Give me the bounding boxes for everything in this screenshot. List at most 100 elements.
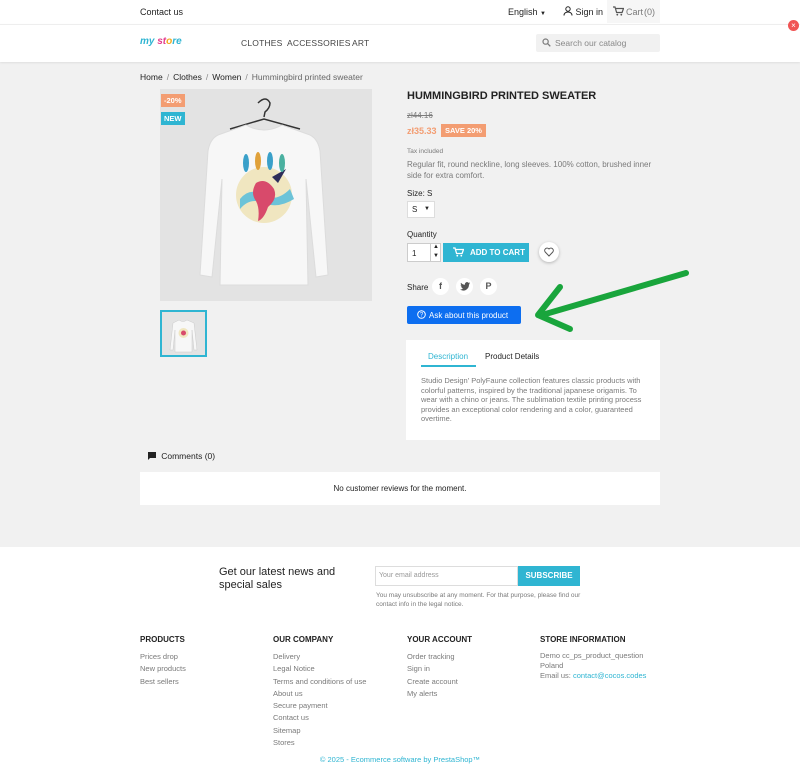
sweater-image: [199, 98, 329, 286]
nav-clothes[interactable]: CLOTHES: [241, 38, 283, 48]
subscribe-button[interactable]: SUBSCRIBE: [518, 566, 580, 586]
header: my store CLOTHES ACCESSORIES ART Search …: [0, 24, 800, 62]
short-description: Regular fit, round neckline, long sleeve…: [407, 160, 652, 180]
footer-link-sign-in[interactable]: Sign in: [407, 663, 472, 675]
search-input[interactable]: Search our catalog: [536, 34, 660, 52]
size-select[interactable]: S ▼: [407, 201, 435, 218]
size-label: Size: S: [407, 189, 433, 198]
language-selector[interactable]: English ▼: [508, 7, 546, 17]
store-country: Poland: [540, 661, 564, 670]
footer-store-title: STORE INFORMATION: [540, 635, 626, 644]
add-to-cart-button[interactable]: ADD TO CART: [443, 243, 529, 262]
comments-header: Comments (0): [147, 451, 215, 461]
product-description: Studio Design' PolyFaune collection feat…: [421, 376, 642, 423]
increment-icon[interactable]: ▲: [433, 244, 439, 250]
pinterest-icon[interactable]: P: [480, 278, 497, 295]
quantity-value: 1: [412, 249, 417, 258]
newsletter-note-line2: contact info in the legal notice.: [376, 601, 464, 608]
ask-about-product-label: Ask about this product: [429, 311, 509, 320]
footer-link-best-sellers[interactable]: Best sellers: [140, 676, 186, 688]
footer-account: YOUR ACCOUNT Order tracking Sign in Crea…: [407, 635, 472, 700]
footer-link-create-account[interactable]: Create account: [407, 676, 472, 688]
footer-store-info: STORE INFORMATION Demo cc_ps_product_que…: [540, 635, 646, 681]
green-arrow-annotation: [535, 270, 689, 332]
footer-company: OUR COMPANY Delivery Legal Notice Terms …: [273, 635, 366, 749]
current-price: zł35.33: [407, 126, 437, 136]
twitter-icon[interactable]: [456, 278, 473, 295]
copyright[interactable]: © 2025 - Ecommerce software by PrestaSho…: [0, 755, 800, 764]
wishlist-button[interactable]: [539, 242, 559, 262]
language-label: English: [508, 7, 538, 17]
footer-link-new-products[interactable]: New products: [140, 663, 186, 675]
cart-label: Cart: [626, 7, 644, 17]
tab-description[interactable]: Description: [428, 352, 468, 361]
comment-icon: [148, 452, 156, 460]
footer-link-sitemap[interactable]: Sitemap: [273, 725, 366, 737]
cart-count: (0): [644, 7, 655, 17]
regular-price: zł44.16: [407, 111, 433, 120]
store-email-line: Email us: contact@cocos.codes: [540, 671, 646, 681]
footer-account-title: YOUR ACCOUNT: [407, 635, 473, 644]
comments-label: Comments (0): [161, 451, 216, 461]
store-name: Demo cc_ps_product_question: [540, 651, 644, 660]
newsletter-title-line1: Get our latest news and: [219, 566, 336, 578]
quantity-stepper[interactable]: 1 ▲ ▼: [407, 243, 441, 262]
question-circle-icon: ?: [417, 310, 426, 319]
footer: Get our latest news and special sales Yo…: [0, 547, 800, 772]
store-email-label: Email us:: [540, 671, 571, 680]
close-icon[interactable]: ×: [788, 20, 799, 31]
no-reviews-text: No customer reviews for the moment.: [333, 484, 467, 493]
share-label: Share: [407, 283, 429, 292]
cart-icon: [453, 247, 464, 257]
footer-link-legal-notice[interactable]: Legal Notice: [273, 663, 366, 675]
breadcrumb: Home / Clothes / Women / Hummingbird printed s…: [140, 72, 363, 82]
nav-art[interactable]: ART: [352, 38, 369, 48]
add-to-cart-label: ADD TO CART: [470, 248, 525, 257]
footer-link-prices-drop[interactable]: Prices drop: [140, 651, 186, 663]
cart-button[interactable]: Cart (0): [607, 0, 660, 23]
ask-about-product-button[interactable]: ? Ask about this product: [407, 306, 521, 324]
sweater-thumbnail-image: [169, 319, 198, 353]
footer-link-delivery[interactable]: Delivery: [273, 651, 366, 663]
product-cover-image[interactable]: -20% NEW: [160, 89, 372, 301]
footer-link-terms[interactable]: Terms and conditions of use: [273, 676, 366, 688]
footer-link-secure-payment[interactable]: Secure payment: [273, 700, 366, 712]
footer-company-title: OUR COMPANY: [273, 635, 334, 644]
heart-icon: [544, 247, 554, 257]
store-logo[interactable]: my store: [140, 36, 182, 47]
search-placeholder: Search our catalog: [555, 38, 627, 48]
breadcrumb-home[interactable]: Home: [140, 72, 163, 82]
quantity-label: Quantity: [407, 230, 437, 239]
breadcrumb-women[interactable]: Women: [212, 72, 241, 82]
tab-product-details[interactable]: Product Details: [485, 352, 539, 361]
footer-link-contact-us[interactable]: Contact us: [273, 712, 366, 724]
newsletter-placeholder: Your email address: [379, 572, 439, 579]
caret-down-icon: ▼: [540, 11, 546, 17]
footer-link-order-tracking[interactable]: Order tracking: [407, 651, 472, 663]
no-reviews-box: No customer reviews for the moment.: [140, 472, 660, 505]
footer-link-about-us[interactable]: About us: [273, 688, 366, 700]
breadcrumb-clothes[interactable]: Clothes: [173, 72, 202, 82]
nav-accessories[interactable]: ACCESSORIES: [287, 38, 351, 48]
signin-link[interactable]: Sign in: [563, 6, 603, 17]
store-email-link[interactable]: contact@cocos.codes: [573, 671, 646, 680]
top-bar: Contact us English ▼ Sign in Cart (0): [0, 0, 800, 24]
newsletter-email-input[interactable]: Your email address: [375, 566, 518, 586]
discount-badge: -20%: [161, 94, 185, 107]
breadcrumb-current: Hummingbird printed sweater: [251, 72, 363, 82]
footer-link-my-alerts[interactable]: My alerts: [407, 688, 472, 700]
quantity-arrows: ▲ ▼: [430, 244, 441, 261]
product-thumbnail[interactable]: [160, 310, 207, 357]
decrement-icon[interactable]: ▼: [433, 253, 439, 259]
facebook-icon[interactable]: f: [432, 278, 449, 295]
contact-link[interactable]: Contact us: [140, 7, 183, 17]
footer-link-stores[interactable]: Stores: [273, 737, 366, 749]
product-tabs: Description Product Details Studio Desig…: [406, 340, 660, 440]
new-badge: NEW: [161, 112, 185, 125]
discount-label: SAVE 20%: [441, 124, 486, 137]
user-icon: [563, 6, 573, 16]
store-address: Demo cc_ps_product_question Poland Email…: [540, 651, 646, 681]
size-value: S: [412, 205, 418, 214]
newsletter-title: Get our latest news and special sales: [219, 566, 335, 592]
footer-products-title: PRODUCTS: [140, 635, 185, 644]
